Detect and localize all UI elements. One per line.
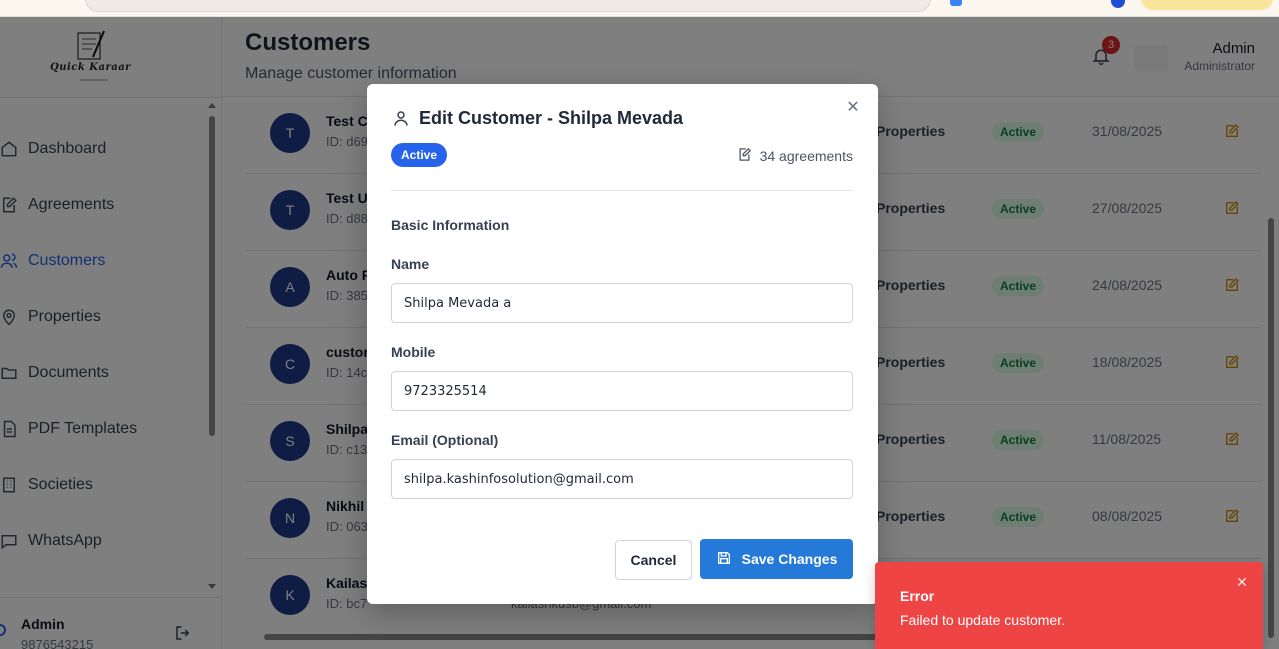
save-button-label: Save Changes — [741, 551, 838, 567]
browser-action-button[interactable] — [1141, 0, 1273, 10]
dialog-divider — [391, 190, 853, 191]
agreements-count: 34 agreements — [737, 147, 853, 165]
section-title: Basic Information — [391, 217, 510, 233]
error-toast: Error Failed to update customer. ✕ — [875, 562, 1263, 649]
toast-message: Failed to update customer. — [900, 612, 1065, 628]
save-button[interactable]: Save Changes — [700, 539, 853, 579]
email-field[interactable] — [391, 459, 853, 499]
save-icon — [716, 550, 732, 569]
close-icon[interactable]: ✕ — [1234, 575, 1250, 591]
mobile-field[interactable] — [391, 371, 853, 411]
toast-title: Error — [900, 588, 935, 604]
extension-icon[interactable] — [950, 0, 962, 6]
dialog-title: Edit Customer - Shilpa Mevada — [419, 108, 684, 128]
address-bar[interactable] — [85, 0, 931, 12]
close-icon[interactable]: ✕ — [845, 99, 861, 115]
mobile-label: Mobile — [391, 344, 436, 360]
edit-customer-dialog: ✕ Edit Customer - Shilpa Mevada Active 3… — [367, 84, 878, 604]
browser-toolbar — [0, 0, 1279, 17]
name-field[interactable] — [391, 283, 853, 323]
cancel-button[interactable]: Cancel — [615, 540, 692, 580]
name-label: Name — [391, 256, 430, 272]
status-badge: Active — [391, 143, 448, 167]
user-icon — [392, 108, 410, 128]
agreements-count-text: 34 agreements — [759, 148, 853, 164]
email-label: Email (Optional) — [391, 432, 499, 448]
file-edit-icon — [737, 147, 752, 165]
profile-icon[interactable] — [1111, 0, 1125, 8]
